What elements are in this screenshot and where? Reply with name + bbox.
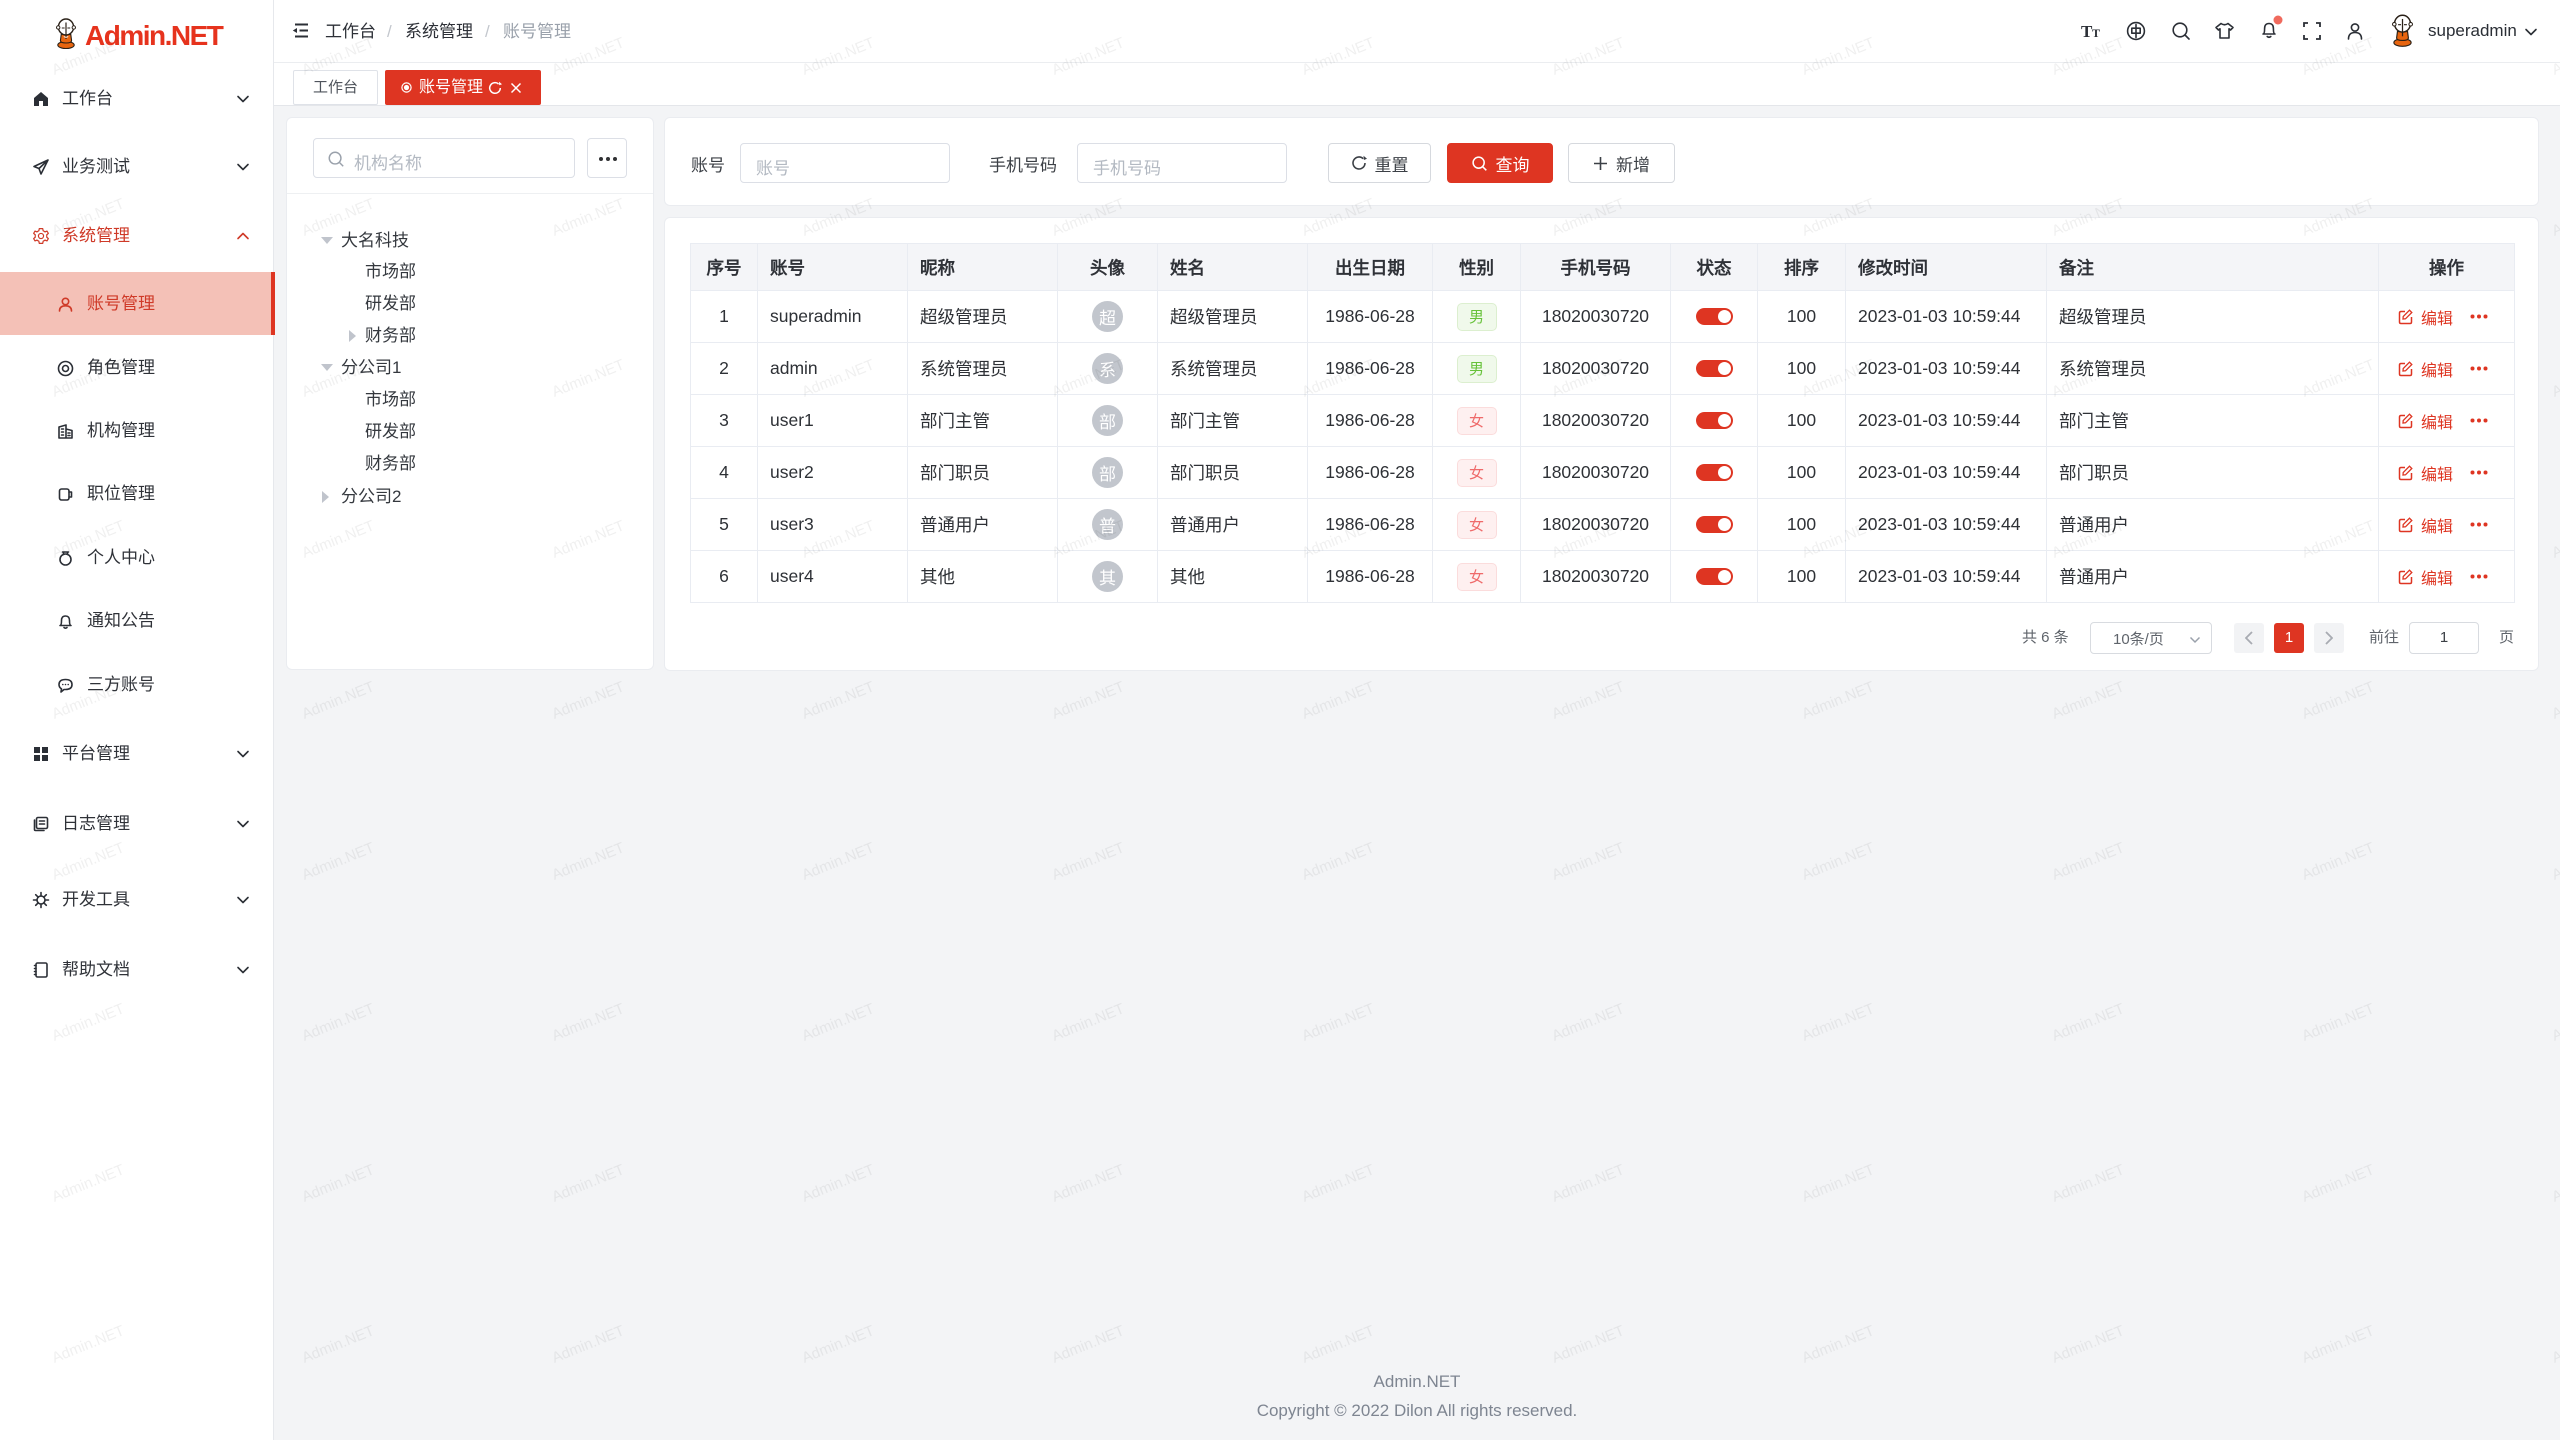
svg-text:T: T bbox=[2092, 26, 2100, 40]
